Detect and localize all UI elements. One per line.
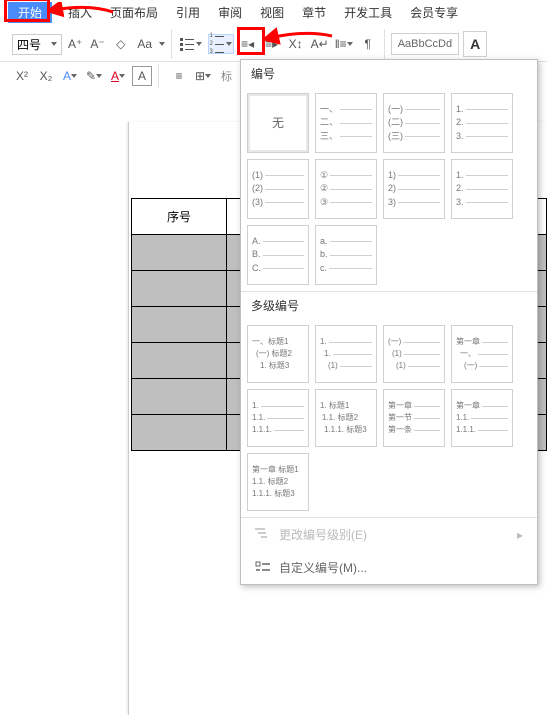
numbering-option-cn[interactable]: 一、 二、 三、 (315, 93, 377, 153)
clear-format-button[interactable]: ◇ (111, 34, 131, 54)
custom-numbering-label: 自定义编号(M)... (279, 559, 367, 576)
multilevel-option-2[interactable]: 1. 1. (1) (315, 325, 377, 383)
dropdown-header-numbering: 编号 (241, 60, 537, 87)
toolbar-row-1: 四号 A⁺ A⁻ ◇ Aa 123 ≡◂ ≡▸ X↕ A↵ ‖≡ ¶ AaBbC… (0, 27, 547, 62)
custom-numbering-menuitem[interactable]: 自定义编号(M)... (241, 551, 537, 584)
menu-chapter[interactable]: 章节 (300, 2, 328, 23)
table-header-a[interactable]: 序号 (132, 199, 227, 235)
chevron-down-icon (51, 42, 57, 46)
align-left-button[interactable]: ≡ (169, 66, 189, 86)
decrease-font-button[interactable]: A⁻ (88, 34, 106, 54)
dropdown-header-multilevel: 多级编号 (241, 292, 537, 319)
menu-review[interactable]: 审阅 (216, 2, 244, 23)
sort-button[interactable]: X↕ (286, 34, 306, 54)
numbering-option-lower-letter[interactable]: a. b. c. (315, 225, 377, 285)
menu-bar: 开始 插入 页面布局 引用 审阅 视图 章节 开发工具 会员专享 (0, 0, 547, 27)
multilevel-options: 一、标题1 (一) 标题2 1. 标题3 1. 1. (1) (一) (1) (… (241, 319, 537, 517)
multilevel-option-6[interactable]: 1. 标题1 1.1. 标题2 1.1.1. 标题3 (315, 389, 377, 447)
border-button[interactable]: ⊞ (193, 66, 213, 86)
font-size-select[interactable]: 四号 (12, 34, 62, 55)
multilevel-option-4[interactable]: 第一章 一、 (一) (451, 325, 513, 383)
multilevel-option-1[interactable]: 一、标题1 (一) 标题2 1. 标题3 (247, 325, 309, 383)
numbering-option-decimal-dot[interactable]: 1. 2. 3. (451, 93, 513, 153)
menu-ref[interactable]: 引用 (174, 2, 202, 23)
numbering-settings-icon (255, 561, 271, 575)
multilevel-option-5[interactable]: 1. 1.1. 1.1.1. (247, 389, 309, 447)
style-preview-2[interactable]: A (463, 31, 487, 57)
chevron-down-icon (226, 42, 232, 46)
menu-dev[interactable]: 开发工具 (342, 2, 394, 23)
multilevel-option-3[interactable]: (一) (1) (1) (383, 325, 445, 383)
line-spacing-button[interactable]: ‖≡ (334, 34, 354, 54)
font-color-button[interactable]: A (108, 66, 128, 86)
menu-vip[interactable]: 会员专享 (408, 2, 460, 23)
font-effects-group: X² X₂ A ✎ A A (6, 64, 159, 88)
numbering-option-decimal-dot2[interactable]: 1. 2. 3. (451, 159, 513, 219)
numbering-option-upper-letter[interactable]: A. B. C. (247, 225, 309, 285)
numbering-option-none[interactable]: 无 (247, 93, 309, 153)
menu-view[interactable]: 视图 (258, 2, 286, 23)
increase-indent-button[interactable]: ≡▸ (262, 34, 282, 54)
numbering-options: 无 一、 二、 三、 (一) (二) (三) 1. 2. 3. (1) (2) … (241, 87, 537, 291)
paragraph-marks-button[interactable]: ¶ (358, 34, 378, 54)
character-shading-button[interactable]: A (132, 66, 152, 86)
font-size-value: 四号 (17, 36, 41, 53)
numbering-option-paren-decimal2[interactable]: 1) 2) 3) (383, 159, 445, 219)
menu-start[interactable]: 开始 (8, 2, 52, 23)
number-list-button[interactable]: 123 (208, 34, 234, 54)
multilevel-option-9[interactable]: 第一章 标题1 1.1. 标题2 1.1.1. 标题3 (247, 453, 309, 511)
highlight-button[interactable]: ✎ (84, 66, 104, 86)
paragraph-group-top: 123 ≡◂ ≡▸ X↕ A↵ ‖≡ ¶ (172, 29, 385, 59)
text-direction-button[interactable]: A↵ (310, 34, 330, 54)
alignment-group: ≡ ⊞ 标 (163, 64, 238, 88)
submenu-arrow-icon: ▸ (517, 528, 523, 542)
menu-layout[interactable]: 页面布局 (108, 2, 160, 23)
superscript-button[interactable]: X² (12, 66, 32, 86)
multilevel-option-8[interactable]: 第一章 1.1. 1.1.1. (451, 389, 513, 447)
multilevel-option-7[interactable]: 第一章 第一节 第一条 (383, 389, 445, 447)
numbering-option-paren-decimal[interactable]: (1) (2) (3) (247, 159, 309, 219)
change-case-button[interactable]: Aa (135, 34, 155, 54)
font-group: 四号 A⁺ A⁻ ◇ Aa (6, 29, 172, 59)
menu-insert[interactable]: 插入 (66, 2, 94, 23)
subscript-button[interactable]: X₂ (36, 66, 56, 86)
styles-group: AaBbCcDd A (385, 29, 494, 59)
numbering-option-circled[interactable]: ① ② ③ (315, 159, 377, 219)
increase-font-button[interactable]: A⁺ (66, 34, 84, 54)
style-caption: 标 (221, 68, 232, 84)
text-effects-button[interactable]: A (60, 66, 80, 86)
decrease-indent-button[interactable]: ≡◂ (238, 34, 258, 54)
numbering-dropdown: 编号 无 一、 二、 三、 (一) (二) (三) 1. 2. 3. (1) (… (240, 59, 538, 585)
bullet-list-button[interactable] (178, 34, 204, 54)
change-level-menuitem[interactable]: 更改编号级别(E) ▸ (241, 518, 537, 551)
chevron-down-icon (196, 42, 202, 46)
chevron-down-icon (159, 42, 165, 46)
numbering-option-paren-cn[interactable]: (一) (二) (三) (383, 93, 445, 153)
style-preview[interactable]: AaBbCcDd (391, 33, 459, 55)
change-level-label: 更改编号级别(E) (279, 526, 367, 543)
indent-level-icon (255, 528, 271, 542)
